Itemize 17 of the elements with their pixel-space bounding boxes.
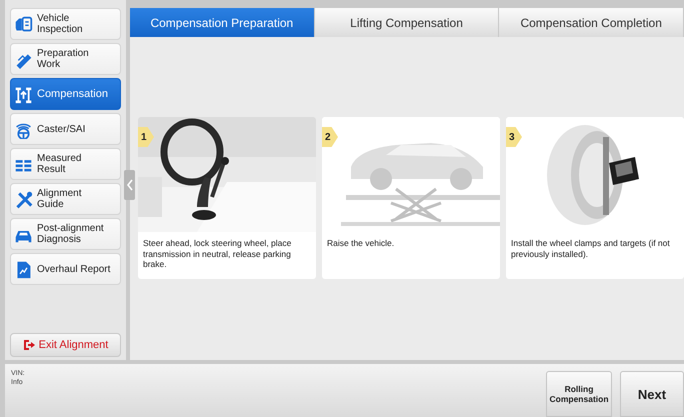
sidebar-item[interactable]: Alignment Guide [10,183,121,215]
step-instruction: Steer ahead, lock steering wheel, place transmission in neutral, release parking brake. [142,237,292,272]
step-instruction: Raise the vehicle. [326,237,396,250]
exit-alignment-button[interactable]: Exit Alignment [10,333,121,357]
next-button[interactable]: Next [620,371,684,417]
sidebar-item[interactable]: Preparation Work [10,43,121,75]
sidebar-item[interactable]: Post-alignment Diagnosis [10,218,121,250]
sidebar-item[interactable]: Overhaul Report [10,253,121,285]
step-instruction: Install the wheel clamps and targets (if not previously installed). [510,237,671,261]
step-tab[interactable]: Compensation Preparation [130,8,315,37]
step-tab[interactable]: Compensation Completion [499,8,684,37]
sidebar-item[interactable]: Measured Result [10,148,121,180]
rolling-compensation-button[interactable]: Rolling Compensation [546,371,612,417]
sidebar-item[interactable]: Vehicle Inspection [10,8,121,40]
step-tab[interactable]: Lifting Compensation [314,8,500,37]
sidebar-item[interactable]: Compensation [10,78,121,110]
sidebar-item[interactable]: Caster/SAI [10,113,121,145]
